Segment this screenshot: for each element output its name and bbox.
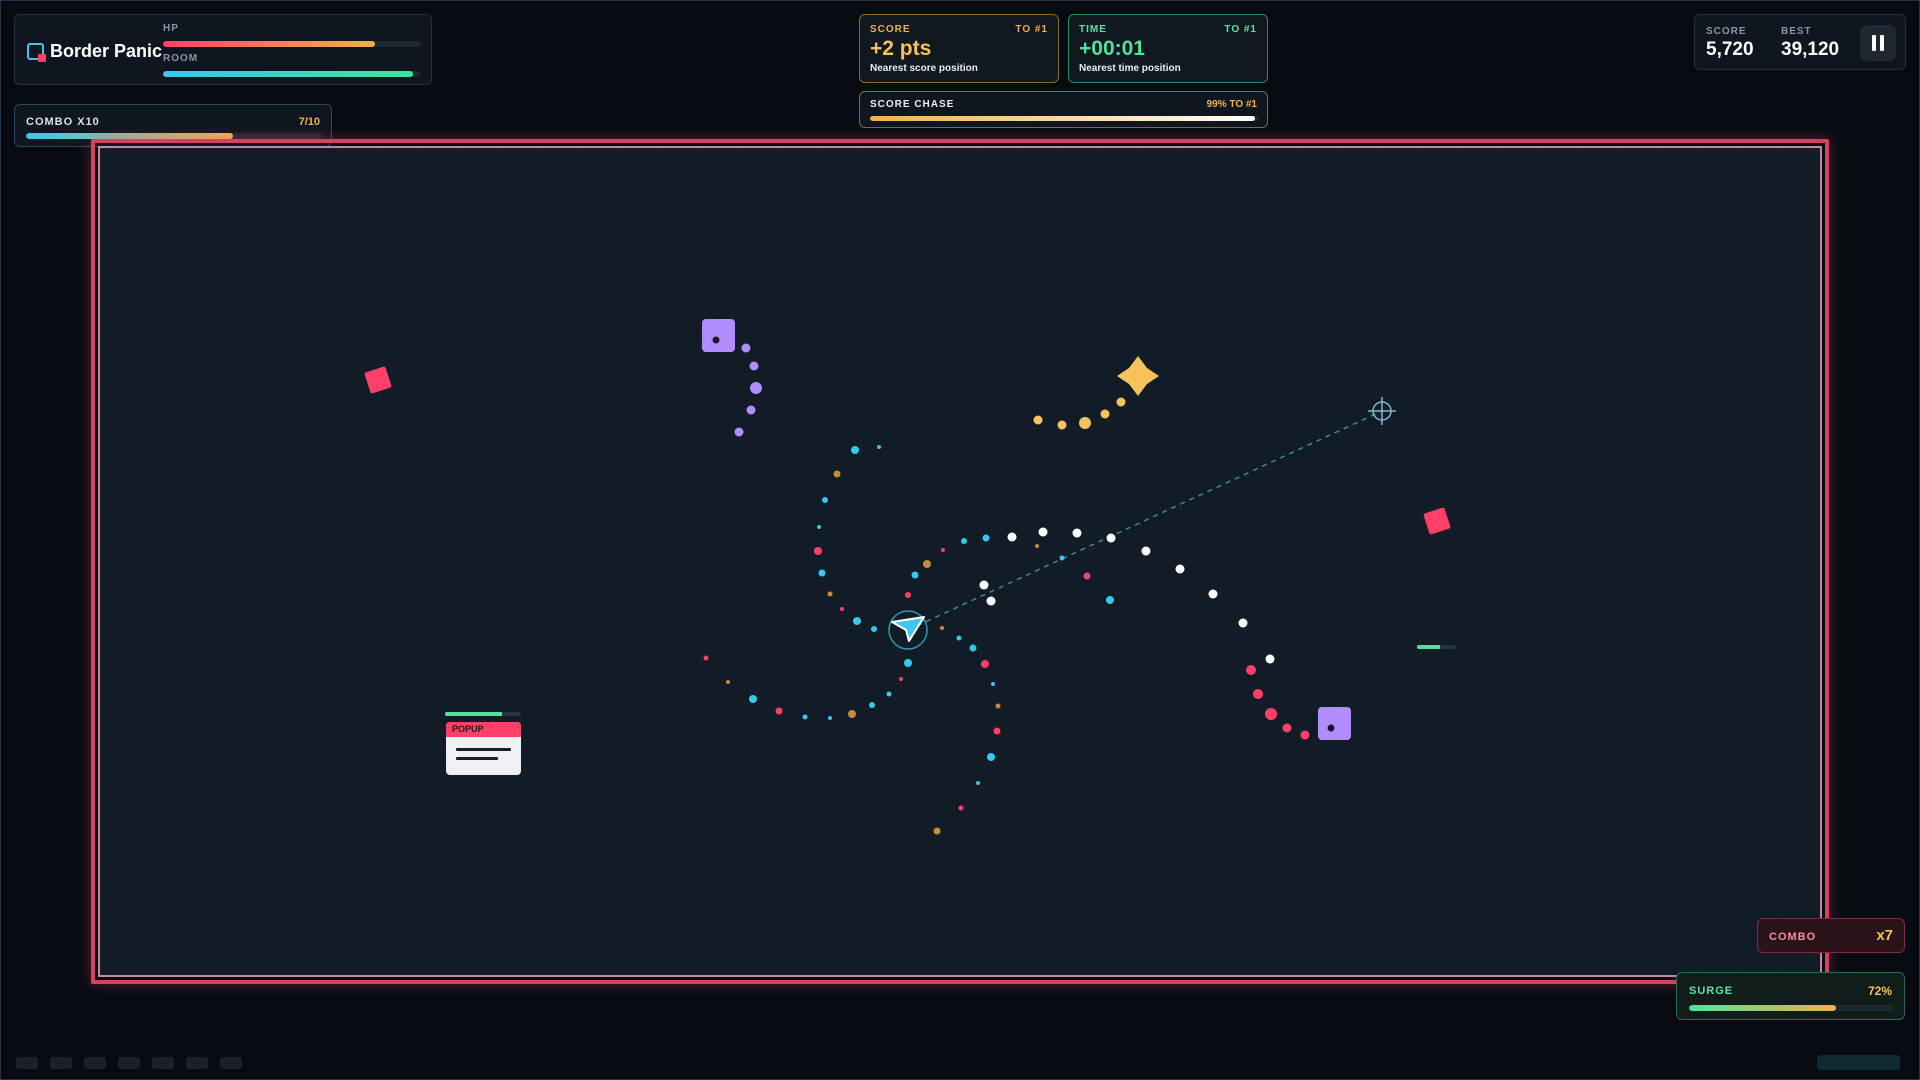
enemy-trail-purple	[734, 343, 762, 437]
enemy-trail-red	[1246, 665, 1310, 740]
pickup-trail	[1033, 397, 1126, 430]
popup-line	[456, 748, 511, 751]
surge-label: SURGE	[1689, 985, 1734, 997]
crosshair-icon	[1368, 397, 1396, 425]
hotbar-slot[interactable]	[152, 1057, 174, 1069]
player-trail	[979, 527, 1275, 664]
popup-enemy: POPUP	[446, 722, 521, 775]
hotbar-slot[interactable]	[16, 1057, 38, 1069]
enemy-purple	[1318, 707, 1351, 740]
combo-badge: COMBO x7	[1757, 918, 1905, 953]
surge-bar-fill	[1689, 1005, 1836, 1011]
hotbar-slot[interactable]	[84, 1057, 106, 1069]
combo-badge-value: x7	[1876, 927, 1893, 944]
popup-enemy-health-fill	[445, 712, 502, 716]
status-strip-indicator	[1817, 1055, 1900, 1070]
star-pickup-icon	[1117, 356, 1159, 396]
hotbar-slot[interactable]	[118, 1057, 140, 1069]
hotbar-slot[interactable]	[220, 1057, 242, 1069]
combo-badge-label: COMBO	[1769, 931, 1817, 943]
enemy-purple	[702, 319, 735, 352]
hotbar-slot[interactable]	[186, 1057, 208, 1069]
popup-line	[456, 757, 498, 760]
popup-enemy-health	[445, 712, 521, 716]
enemy-red	[364, 366, 392, 394]
enemy-health-bar	[1417, 645, 1456, 649]
surge-percent: 72%	[1867, 984, 1892, 998]
surge-bar	[1689, 1005, 1893, 1011]
popup-enemy-label: POPUP	[446, 722, 521, 737]
enemy-red	[1423, 507, 1451, 535]
hotbar-slot[interactable]	[50, 1057, 72, 1069]
surge-meter: SURGE 72%	[1676, 972, 1905, 1020]
player-ship	[888, 610, 928, 650]
arena-scene	[364, 319, 1451, 835]
enemy-health-bar-fill	[1417, 645, 1441, 649]
aim-line	[907, 410, 1383, 631]
